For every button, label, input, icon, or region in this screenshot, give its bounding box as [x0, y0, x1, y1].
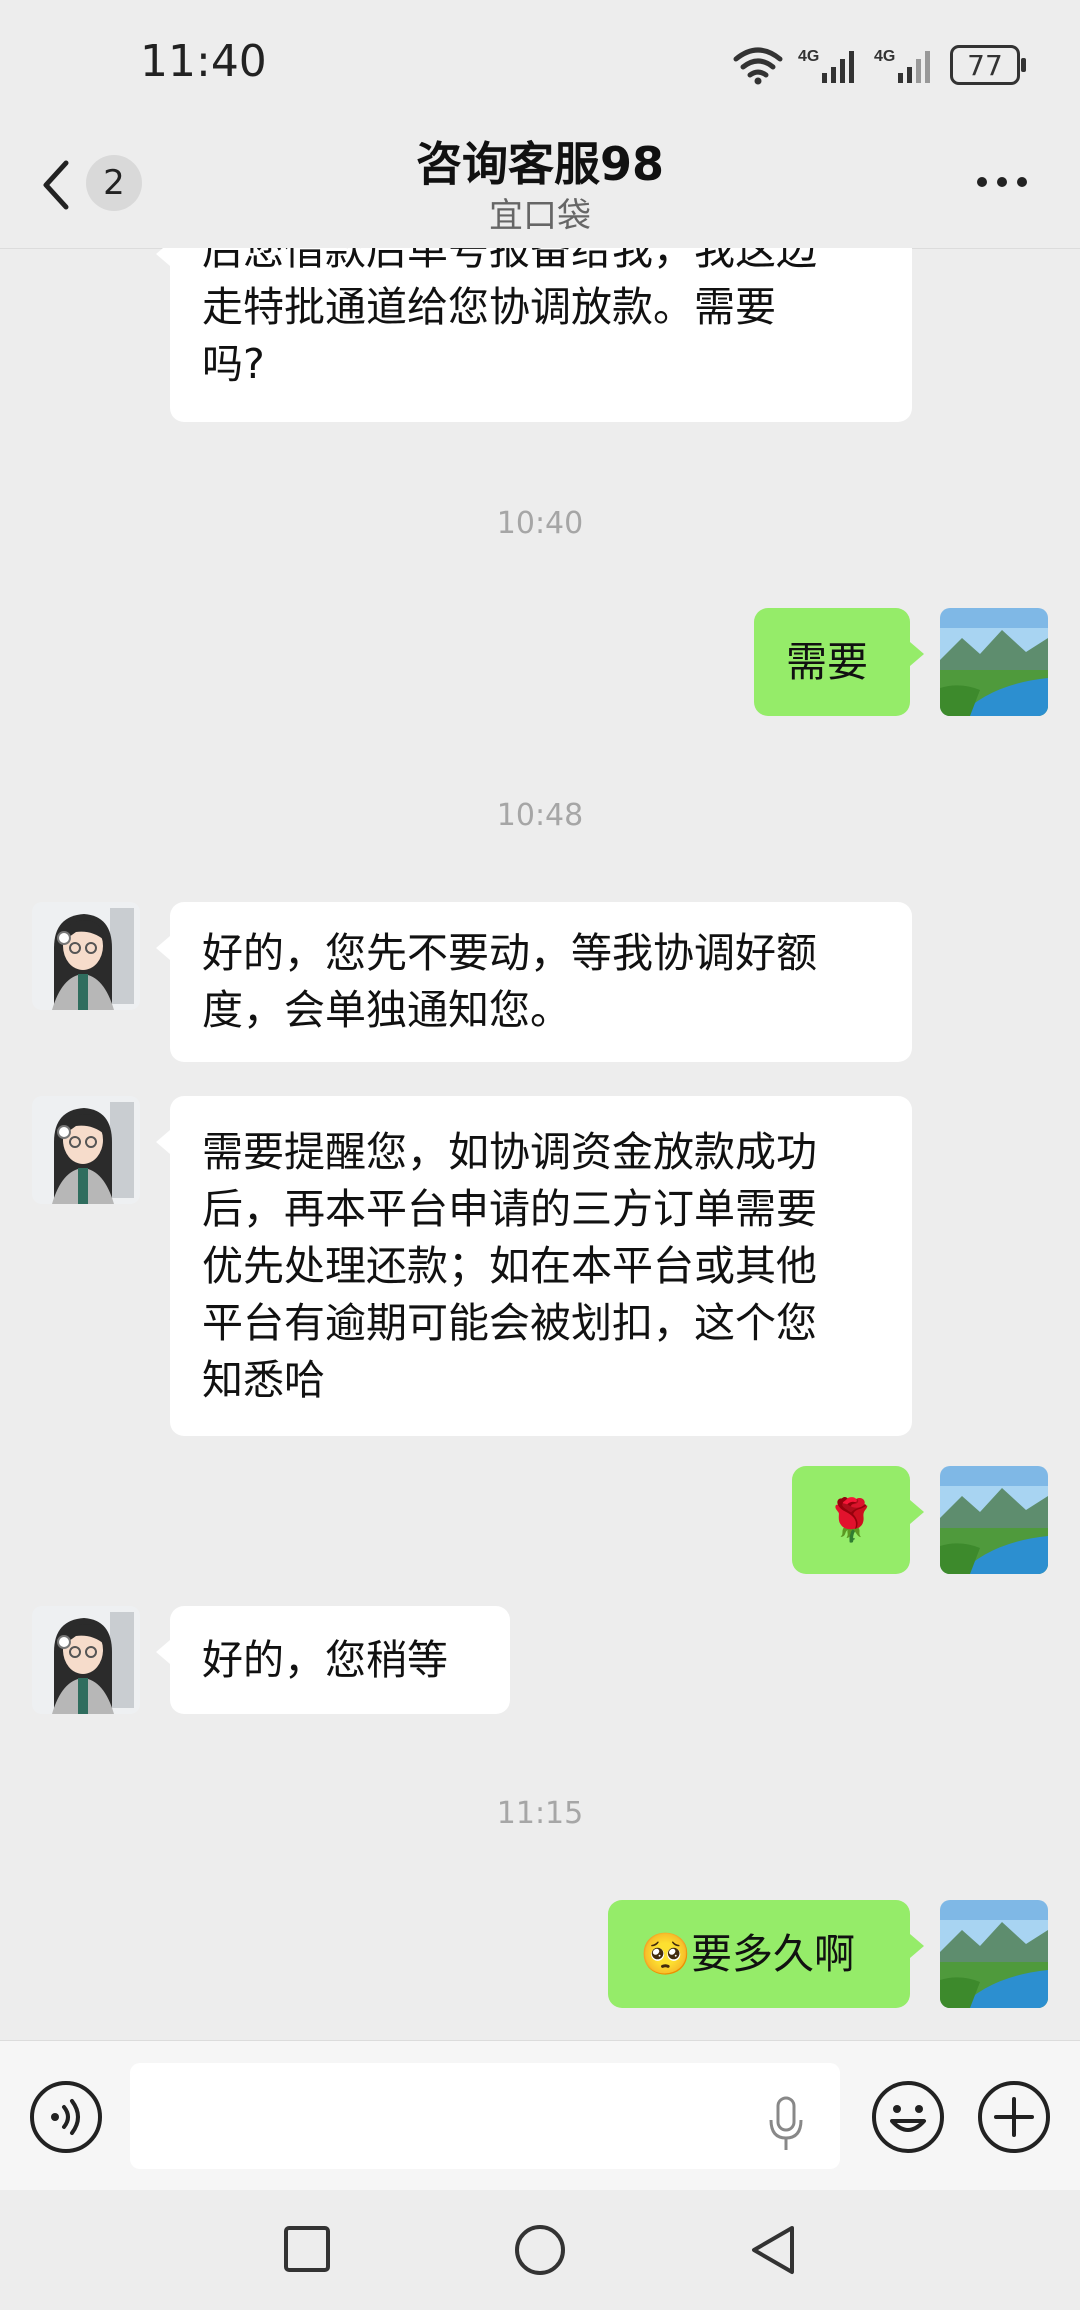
outgoing-message[interactable]: 需要 — [754, 608, 924, 716]
incoming-message[interactable]: 好的，您稍等 — [156, 1606, 510, 1714]
more-dots-icon[interactable] — [976, 175, 1028, 189]
agent-avatar-image — [32, 1096, 140, 1204]
signal-icon: 4G — [798, 48, 854, 83]
chat-title: 咨询客服98 — [415, 137, 664, 191]
agent-avatar[interactable] — [32, 1606, 140, 1714]
recents-square-icon[interactable] — [280, 2222, 336, 2278]
wifi-icon — [733, 47, 783, 85]
message-input[interactable] — [130, 2063, 840, 2169]
outgoing-message[interactable]: 🌹 — [792, 1466, 924, 1574]
status-time: 11:40 — [140, 36, 267, 87]
landscape-avatar-image — [940, 1466, 1048, 1574]
signal-icon: 4G — [874, 48, 930, 83]
input-bar — [0, 2040, 1080, 2191]
system-nav-bar — [0, 2190, 1080, 2310]
incoming-message[interactable]: 后您借款后单号报备给我，我这边 走特批通道给您协调放款。需要 吗? — [156, 248, 912, 422]
incoming-message[interactable]: 需要提醒您，如协调资金放款成功 后，再本平台申请的三方订单需要 优先处理还款；如… — [156, 1096, 912, 1436]
home-circle-icon[interactable] — [512, 2222, 568, 2278]
plus-icon[interactable] — [976, 2079, 1052, 2155]
message-list[interactable]: 后您借款后单号报备给我，我这边 走特批通道给您协调放款。需要 吗? 10:40 … — [0, 248, 1080, 2040]
agent-avatar[interactable] — [32, 902, 140, 1010]
status-bar: 11:40 4G 4G 77 — [0, 0, 1080, 130]
timestamp: 11:15 — [496, 1796, 584, 1831]
svg-text:4G: 4G — [874, 48, 895, 65]
my-avatar[interactable] — [940, 1900, 1048, 2008]
svg-text:4G: 4G — [798, 48, 819, 65]
agent-avatar-image — [32, 902, 140, 1010]
battery-icon: 77 — [950, 45, 1026, 85]
outgoing-message[interactable]: 🥺要多久啊 — [608, 1900, 924, 2008]
my-avatar[interactable] — [940, 1466, 1048, 1574]
status-icons: 4G 4G 77 — [732, 40, 1026, 90]
my-avatar[interactable] — [940, 608, 1048, 716]
chat-subtitle: 宜口袋 — [489, 196, 591, 236]
incoming-message[interactable]: 好的，您先不要动，等我协调好额 度，会单独通知您。 — [156, 902, 912, 1062]
agent-avatar[interactable] — [32, 1096, 140, 1204]
mic-icon[interactable] — [766, 2096, 806, 2152]
emoji-icon[interactable] — [870, 2079, 946, 2155]
battery-level: 77 — [967, 48, 1003, 82]
voice-icon[interactable] — [28, 2079, 104, 2155]
agent-avatar-image — [32, 1606, 140, 1714]
landscape-avatar-image — [940, 1900, 1048, 2008]
timestamp: 10:40 — [496, 506, 584, 541]
timestamp: 10:48 — [496, 798, 584, 833]
chat-header: 2 咨询客服98 宜口袋 — [0, 120, 1080, 249]
back-triangle-icon[interactable] — [744, 2222, 800, 2278]
landscape-avatar-image — [940, 608, 1048, 716]
